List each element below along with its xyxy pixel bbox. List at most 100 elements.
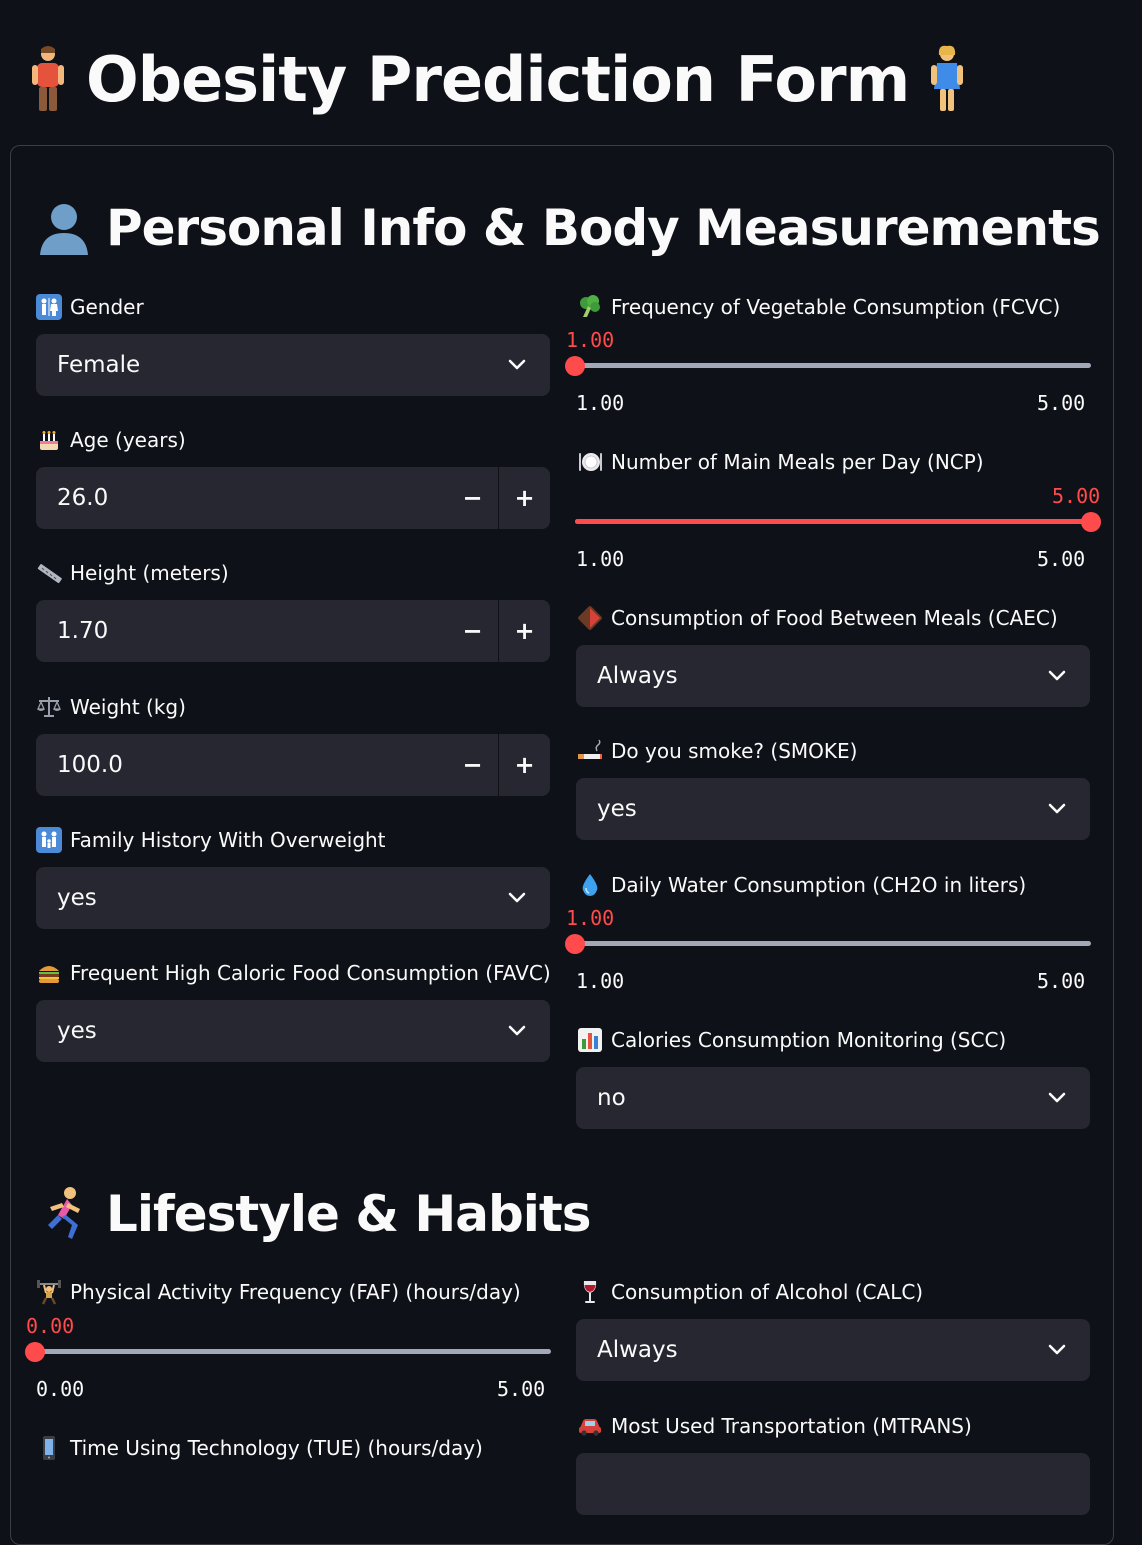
calc-select[interactable]: Always [576,1319,1090,1381]
caec-select[interactable]: Always [576,645,1090,707]
restroom-icon [36,294,62,320]
chevron-down-icon [1046,665,1068,687]
section-lifestyle-title: Lifestyle & Habits [106,1185,592,1243]
caec-value: Always [597,663,678,689]
ch2o-label-text: Daily Water Consumption (CH2O in liters) [611,873,1027,897]
broccoli-icon [577,294,603,320]
age-number-input: 26.0 − + [36,467,550,529]
section-personal-title: Personal Info & Body Measurements [106,199,1101,257]
fcvc-slider-track[interactable] [575,363,1091,368]
fcvc-slider-thumb[interactable] [565,356,585,376]
mtrans-select[interactable] [576,1453,1090,1515]
faf-label-text: Physical Activity Frequency (FAF) (hours… [70,1280,521,1304]
tue-label: Time Using Technology (TUE) (hours/day) [36,1435,483,1461]
tue-label-text: Time Using Technology (TUE) (hours/day) [70,1436,483,1460]
fcvc-slider-min: 1.00 [576,391,625,415]
weight-decrement-button[interactable]: − [447,734,498,796]
weight-label: Weight (kg) [36,694,186,720]
scc-label-text: Calories Consumption Monitoring (SCC) [611,1028,1007,1052]
fcvc-slider-value: 1.00 [566,328,615,352]
ncp-slider-thumb[interactable] [1081,512,1101,532]
age-label-text: Age (years) [70,428,186,452]
scc-label: Calories Consumption Monitoring (SCC) [577,1027,1006,1053]
ncp-slider-value: 5.00 [1052,484,1101,508]
favc-label-text: Frequent High Caloric Food Consumption (… [70,961,551,985]
favc-value: yes [57,1018,97,1044]
favc-label: Frequent High Caloric Food Consumption (… [36,960,551,986]
fcvc-slider-max: 5.00 [1037,391,1086,415]
faf-slider-thumb[interactable] [25,1342,45,1362]
scc-select[interactable]: no [576,1067,1090,1129]
gender-value: Female [57,352,141,378]
plate-icon [577,449,603,475]
height-label: Height (meters) [36,560,229,586]
smoke-value: yes [597,796,637,822]
ncp-slider-min: 1.00 [576,547,625,571]
smoke-select[interactable]: yes [576,778,1090,840]
faf-slider-value: 0.00 [26,1314,75,1338]
car-icon [577,1413,603,1439]
weight-label-text: Weight (kg) [70,695,186,719]
chocolate-icon [577,605,603,631]
calc-value: Always [597,1337,678,1363]
chevron-down-icon [1046,1339,1068,1361]
ruler-icon [36,560,62,586]
ncp-label: Number of Main Meals per Day (NCP) [577,449,984,475]
height-decrement-button[interactable]: − [447,600,498,662]
chevron-down-icon [1046,1087,1068,1109]
page-title-text: Obesity Prediction Form [86,43,910,116]
ch2o-slider-value: 1.00 [566,906,615,930]
ncp-slider-fill [575,519,1091,524]
age-label: Age (years) [36,427,186,453]
page-title: Obesity Prediction Form [28,38,967,122]
weightlifter-icon [36,1279,62,1305]
gender-select[interactable]: Female [36,334,550,396]
calc-label-text: Consumption of Alcohol (CALC) [611,1280,924,1304]
age-value[interactable]: 26.0 [36,485,447,511]
weight-increment-button[interactable]: + [499,734,550,796]
ch2o-label: Daily Water Consumption (CH2O in liters) [577,872,1026,898]
chevron-down-icon [506,354,528,376]
bar-chart-icon [577,1027,603,1053]
ch2o-slider-max: 5.00 [1037,969,1086,993]
chevron-down-icon [506,1020,528,1042]
weight-number-input: 100.0 − + [36,734,550,796]
family-history-label-text: Family History With Overweight [70,828,386,852]
weight-value[interactable]: 100.0 [36,752,447,778]
height-increment-button[interactable]: + [499,600,550,662]
caec-label-text: Consumption of Food Between Meals (CAEC) [611,606,1058,630]
man-standing-icon [28,45,68,115]
faf-slider-track[interactable] [35,1349,551,1354]
ch2o-slider-min: 1.00 [576,969,625,993]
mtrans-label-text: Most Used Transportation (MTRANS) [611,1414,972,1438]
mtrans-label: Most Used Transportation (MTRANS) [577,1413,972,1439]
fcvc-label: Frequency of Vegetable Consumption (FCVC… [577,294,1060,320]
height-value[interactable]: 1.70 [36,618,447,644]
gender-label: Gender [36,294,144,320]
balance-scale-icon [36,694,62,720]
chevron-down-icon [1046,798,1068,820]
favc-select[interactable]: yes [36,1000,550,1062]
faf-label: Physical Activity Frequency (FAF) (hours… [36,1279,521,1305]
smoke-label: Do you smoke? (SMOKE) [577,738,857,764]
faf-slider-min: 0.00 [36,1377,85,1401]
section-lifestyle-heading: Lifestyle & Habits [34,1184,592,1244]
age-decrement-button[interactable]: − [447,467,498,529]
birthday-cake-icon [36,427,62,453]
scc-value: no [597,1085,626,1111]
cigarette-icon [577,738,603,764]
ncp-label-text: Number of Main Meals per Day (NCP) [611,450,984,474]
chevron-down-icon [506,887,528,909]
smoke-label-text: Do you smoke? (SMOKE) [611,739,858,763]
family-history-label: Family History With Overweight [36,827,386,853]
ch2o-slider-thumb[interactable] [565,934,585,954]
gender-label-text: Gender [70,295,144,319]
age-increment-button[interactable]: + [499,467,550,529]
wine-glass-icon [577,1279,603,1305]
faf-slider-max: 5.00 [497,1377,546,1401]
ch2o-slider-track[interactable] [575,941,1091,946]
burger-icon [36,960,62,986]
family-history-select[interactable]: yes [36,867,550,929]
section-personal-heading: Personal Info & Body Measurements [34,198,1101,258]
ncp-slider-max: 5.00 [1037,547,1086,571]
